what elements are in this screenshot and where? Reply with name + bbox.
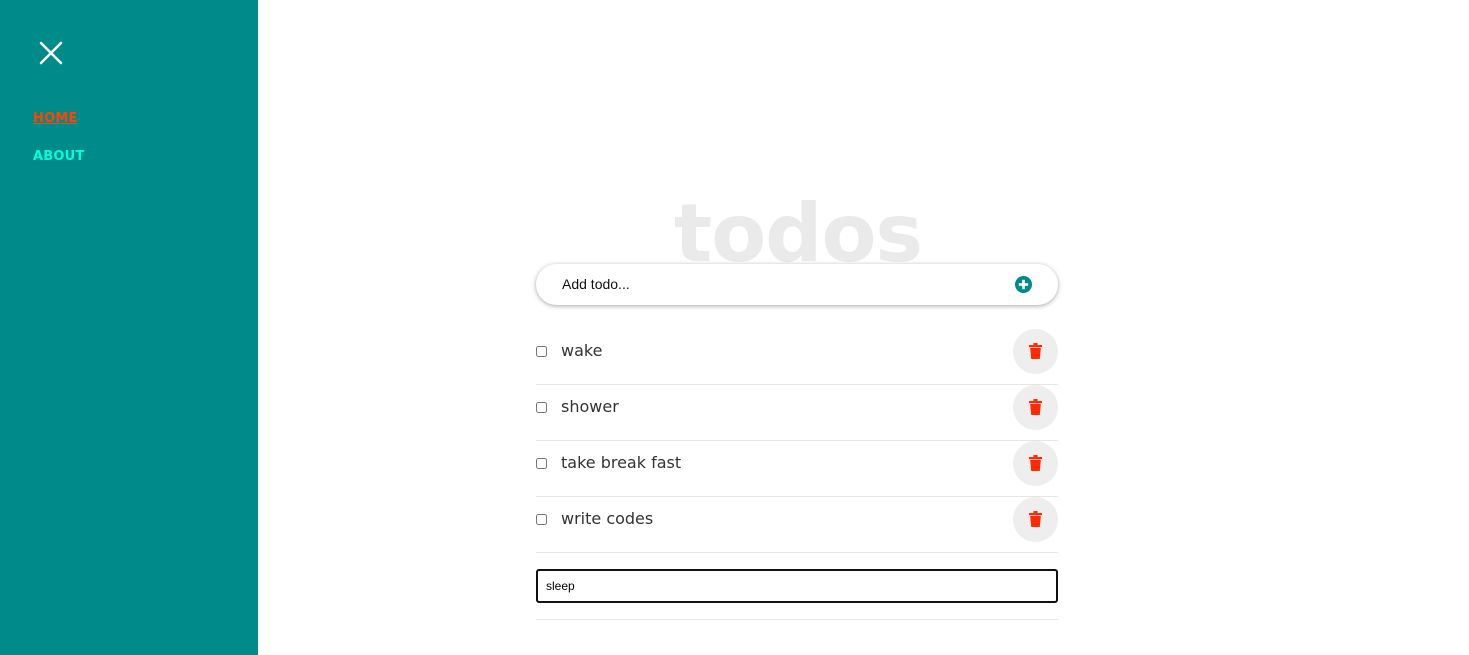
todo-item: write codes xyxy=(536,497,1058,553)
todo-list: wake shower take break fast write codes … xyxy=(536,329,1058,620)
todo-checkbox[interactable] xyxy=(536,346,547,357)
sidebar-nav: HOME ABOUT xyxy=(33,110,84,186)
todo-checkbox[interactable] xyxy=(536,514,547,525)
close-button[interactable] xyxy=(38,40,64,66)
delete-todo-button[interactable] xyxy=(1013,441,1058,486)
delete-todo-button[interactable] xyxy=(1013,329,1058,374)
add-todo-input[interactable] xyxy=(562,276,982,292)
todo-text: take break fast xyxy=(561,453,682,472)
delete-todo-button[interactable] xyxy=(1013,497,1058,542)
delete-todo-button[interactable] xyxy=(1013,385,1058,430)
todo-container: wake shower xyxy=(536,264,1058,620)
todo-checkbox[interactable] xyxy=(536,402,547,413)
todo-text: shower xyxy=(561,397,619,416)
plus-circle-icon xyxy=(1015,276,1032,293)
todo-item: wake xyxy=(536,329,1058,385)
todo-checkbox[interactable] xyxy=(536,458,547,469)
todo-text: wake xyxy=(561,341,603,360)
nav-link-about[interactable]: ABOUT xyxy=(33,148,84,166)
trash-icon xyxy=(1029,511,1042,527)
todo-edit-input[interactable] xyxy=(536,569,1058,603)
nav-link-home[interactable]: HOME xyxy=(33,110,84,128)
add-todo-button[interactable] xyxy=(1015,276,1032,293)
close-icon xyxy=(39,41,63,65)
todo-text: write codes xyxy=(561,509,654,528)
main-content: todos wake xyxy=(258,0,1469,655)
todo-item: take break fast xyxy=(536,441,1058,497)
todo-edit-row xyxy=(536,553,1058,620)
trash-icon xyxy=(1029,455,1042,471)
todo-item: shower xyxy=(536,385,1058,441)
trash-icon xyxy=(1029,343,1042,359)
add-todo-bar xyxy=(536,264,1058,305)
trash-icon xyxy=(1029,399,1042,415)
sidebar: HOME ABOUT xyxy=(0,0,258,655)
todo-app: HOME ABOUT todos wake xyxy=(0,0,1469,655)
